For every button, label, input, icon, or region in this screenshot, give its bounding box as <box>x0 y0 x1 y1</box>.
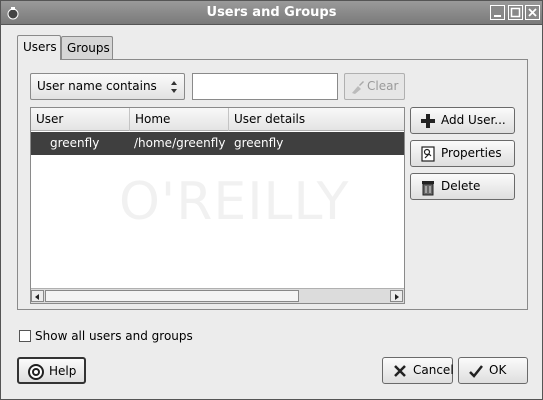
tab-groups-label: Groups <box>67 41 110 55</box>
add-user-button[interactable]: Add User... <box>410 107 515 134</box>
clear-button-label: Clear <box>367 79 399 93</box>
maximize-icon[interactable] <box>508 5 523 20</box>
help-button[interactable]: Help <box>17 357 86 384</box>
table-row[interactable]: greenfly /home/greenfly greenfly <box>31 132 404 155</box>
clear-brush-icon <box>352 81 364 94</box>
column-header-home-label: Home <box>135 112 171 126</box>
table-header: User Home User details <box>31 108 404 131</box>
properties-icon <box>419 145 437 163</box>
show-all-label[interactable]: Show all users and groups <box>35 329 193 343</box>
cancel-label: Cancel <box>413 363 454 377</box>
cell-details: greenfly <box>234 136 284 150</box>
help-label: Help <box>49 364 77 378</box>
tab-groups[interactable]: Groups <box>61 36 113 60</box>
ok-check-icon <box>467 362 485 380</box>
scroll-left-icon[interactable] <box>31 290 44 302</box>
window-title: Users and Groups <box>206 5 337 20</box>
delete-label: Delete <box>441 179 481 193</box>
ok-label: OK <box>489 363 507 377</box>
tab-users[interactable]: Users <box>17 35 61 60</box>
properties-label: Properties <box>441 146 502 160</box>
help-icon <box>27 363 45 381</box>
show-all-checkbox[interactable] <box>19 330 31 342</box>
minimize-icon[interactable] <box>490 5 505 20</box>
horizontal-scrollbar[interactable] <box>31 288 404 303</box>
trash-icon <box>419 178 437 196</box>
scrollbar-thumb[interactable] <box>45 290 299 302</box>
column-header-user-label: User <box>36 112 64 126</box>
ok-button[interactable]: OK <box>458 357 528 384</box>
filter-combo[interactable]: User name contains <box>30 73 185 100</box>
watermark: O'REILLY <box>119 172 350 232</box>
column-header-user[interactable]: User <box>31 108 130 131</box>
tab-users-label: Users <box>23 40 57 54</box>
title-bar[interactable]: Users and Groups <box>1 1 542 25</box>
cancel-button[interactable]: Cancel <box>382 357 454 384</box>
filter-combo-value: User name contains <box>37 79 157 93</box>
close-icon[interactable] <box>525 5 540 20</box>
cancel-x-icon <box>391 362 409 380</box>
cell-home: /home/greenfly <box>134 136 226 150</box>
users-and-groups-window: Users and Groups Users Groups User name … <box>0 0 543 400</box>
column-header-user-details[interactable]: User details <box>229 108 404 131</box>
column-header-home[interactable]: Home <box>130 108 229 131</box>
search-input[interactable] <box>192 73 338 100</box>
add-user-label: Add User... <box>441 113 506 127</box>
clear-button[interactable]: Clear <box>344 73 405 100</box>
combo-arrows-icon <box>170 80 178 94</box>
users-table[interactable]: O'REILLY User Home User details greenfly… <box>30 107 405 304</box>
delete-button[interactable]: Delete <box>410 173 515 200</box>
add-user-icon <box>419 112 437 130</box>
cell-user: greenfly <box>50 136 100 150</box>
scroll-right-icon[interactable] <box>390 290 403 302</box>
properties-button[interactable]: Properties <box>410 140 515 167</box>
column-header-details-label: User details <box>234 112 306 126</box>
